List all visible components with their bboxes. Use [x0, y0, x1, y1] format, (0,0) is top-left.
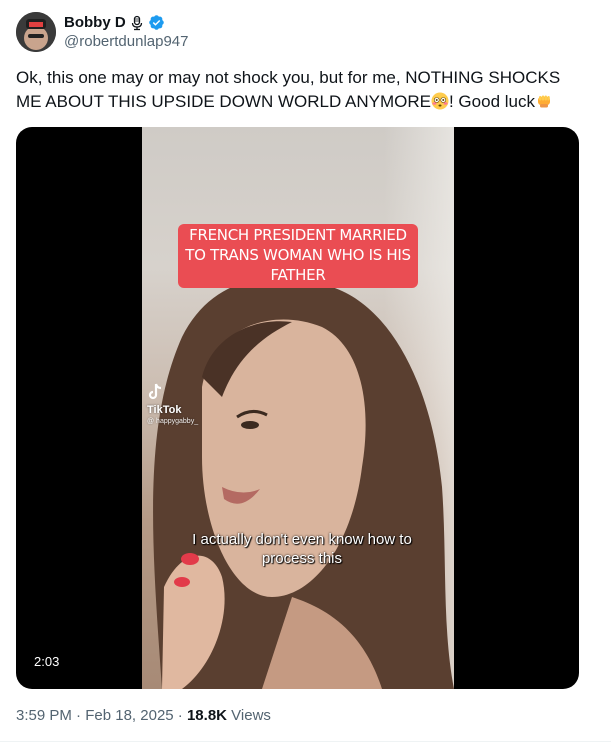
author-names: Bobby D @robertdunlap947	[64, 13, 188, 51]
tweet-date[interactable]: Feb 18, 2025	[85, 707, 173, 724]
video-overlay-caption: FRENCH PRESIDENT MARRIED TO TRANS WOMAN …	[178, 224, 418, 288]
tweet-time[interactable]: 3:59 PM	[16, 707, 72, 724]
video-subtitle: I actually don't even know how to proces…	[192, 531, 412, 567]
views-label: Views	[227, 707, 271, 724]
tweet-header: Bobby D @robertdunlap947	[16, 12, 188, 52]
tweet-meta: 3:59 PM · Feb 18, 2025 · 18.8K Views	[16, 706, 271, 726]
tweet-text: Ok, this one may or may not shock you, b…	[16, 66, 576, 114]
oncoming-fist-icon	[537, 95, 550, 108]
tweet-text-part2: ! Good luck	[448, 92, 535, 111]
author-display-name[interactable]: Bobby D	[64, 13, 126, 32]
meta-separator: ·	[173, 707, 187, 724]
verified-badge-icon[interactable]	[148, 14, 165, 31]
avatar[interactable]	[16, 12, 56, 52]
divider	[0, 741, 611, 742]
tiktok-watermark: TikTok @ happygabby_	[147, 383, 198, 428]
views-count[interactable]: 18.8K	[187, 707, 227, 724]
video-player[interactable]: FRENCH PRESIDENT MARRIED TO TRANS WOMAN …	[16, 127, 579, 689]
tiktok-username: @ happygabby_	[147, 418, 199, 425]
flushed-face-icon	[431, 92, 449, 110]
meta-separator: ·	[71, 707, 86, 724]
author-name-row: Bobby D	[64, 13, 188, 32]
video-duration-badge: 2:03	[28, 651, 66, 673]
tiktok-logo-icon	[148, 383, 162, 400]
video-frame[interactable]: FRENCH PRESIDENT MARRIED TO TRANS WOMAN …	[142, 127, 454, 689]
tiktok-brand: TikTok	[147, 404, 182, 416]
microphone-icon	[129, 15, 145, 31]
author-handle[interactable]: @robertdunlap947	[64, 32, 188, 51]
avatar-photo-icon	[16, 12, 56, 52]
